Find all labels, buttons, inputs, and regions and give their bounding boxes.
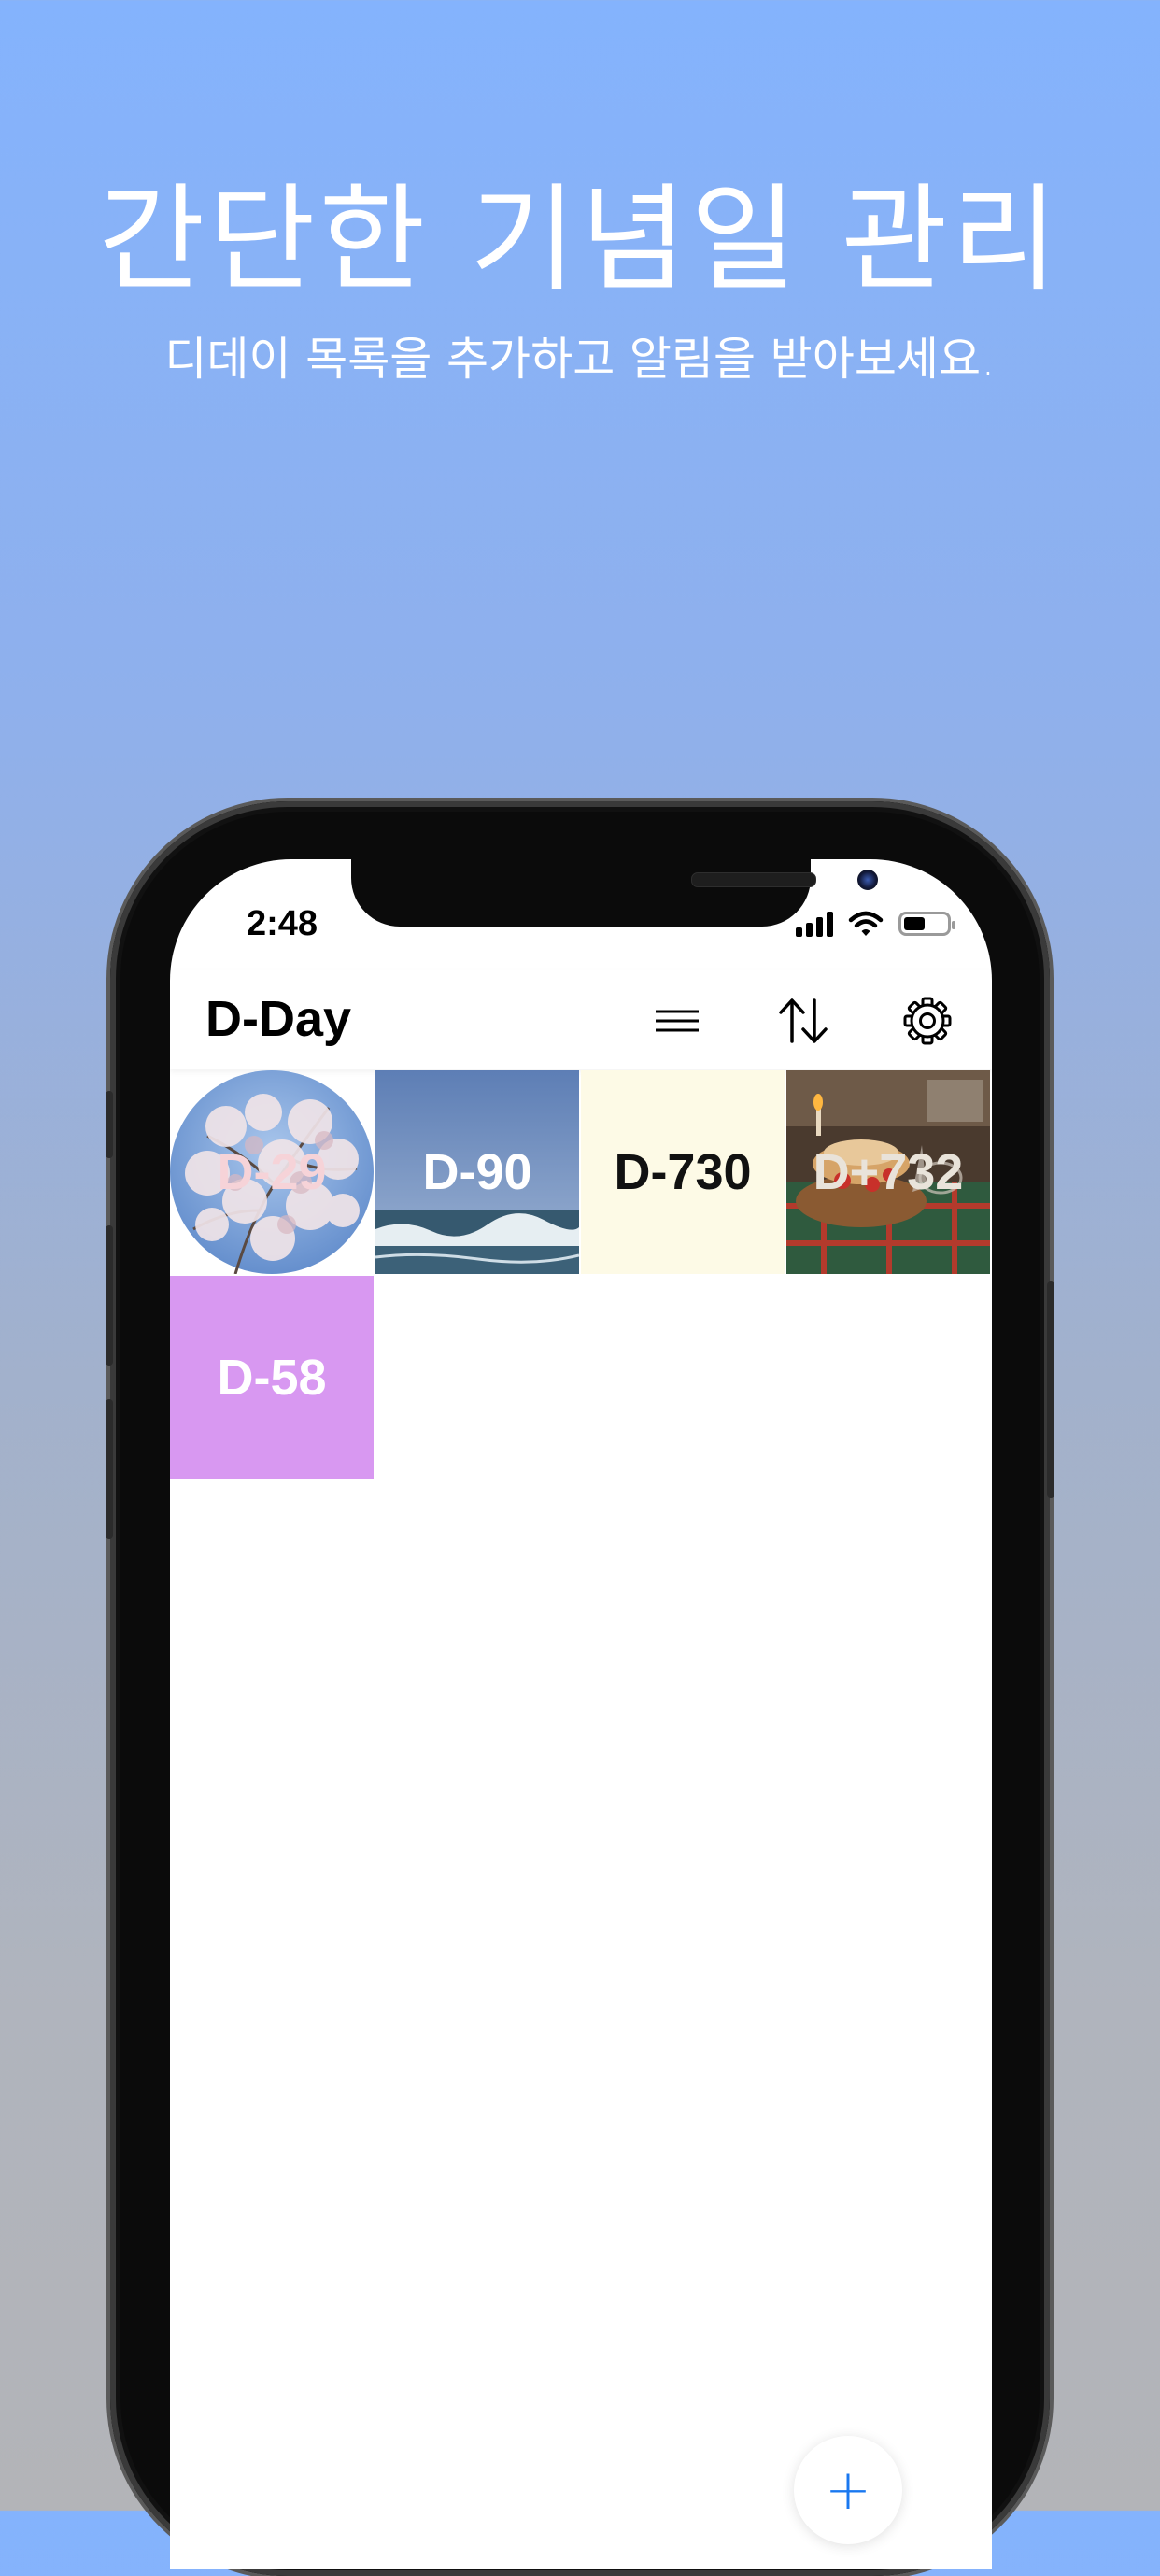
dday-label: D-29 [217,1144,327,1200]
dday-item[interactable]: D-90 [375,1070,579,1274]
status-time: 2:48 [247,904,318,943]
phone-silent-switch [106,1091,113,1158]
add-dday-button[interactable]: + [794,2436,902,2544]
screen-notch [351,859,878,927]
dday-item[interactable]: D-29 [170,1070,374,1274]
hamburger-menu-icon [656,1010,699,1032]
battery-level-fill [904,917,925,930]
phone-volume-down [106,1399,113,1539]
promo-headline: 간단한 기념일 관리 [98,173,1062,307]
wifi-icon [848,911,884,936]
sort-button[interactable] [772,990,834,1052]
status-icons [796,908,955,940]
navigation-bar: D-Day [170,970,992,1069]
dday-label: D-90 [422,1144,532,1200]
dday-label: D-730 [614,1144,752,1200]
cellular-signal-icon [796,911,833,937]
dday-item[interactable]: D-730 [581,1070,785,1274]
dday-label: D+732 [813,1144,964,1200]
front-camera [857,870,878,890]
gear-icon [903,997,952,1045]
phone-volume-up [106,1225,113,1366]
battery-icon [898,912,955,936]
sort-arrows-icon [779,998,828,1043]
promo-subline: 디데이 목록을 추가하고 알림을 받아보세요. [164,333,996,386]
earpiece-speaker [691,872,816,887]
page-title: D-Day [205,991,352,1047]
dday-label: D-58 [217,1350,327,1406]
dday-item[interactable]: D+732 [786,1070,990,1274]
plus-icon: + [824,2457,872,2523]
phone-power-button [1047,1281,1054,1498]
dday-item[interactable]: D-58 [170,1276,374,1479]
app-screen: 2:48 D-Day D-29 D-90 D-730 D+732 D-58 + [170,859,992,2569]
settings-button[interactable] [897,990,958,1052]
menu-button[interactable] [646,990,708,1052]
